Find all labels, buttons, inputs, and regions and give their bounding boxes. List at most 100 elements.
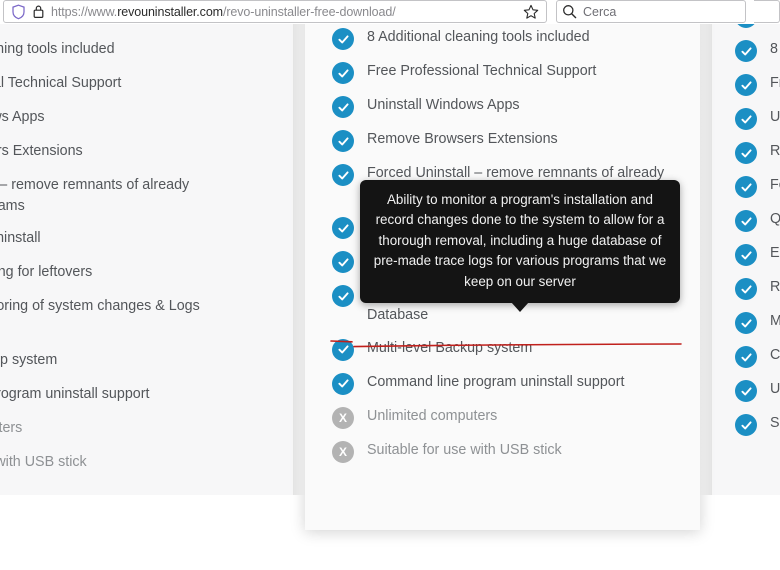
check-icon <box>735 108 757 130</box>
feature-row[interactable]: X Unlimited computers <box>332 406 682 429</box>
check-icon <box>332 217 354 240</box>
check-icon <box>332 96 354 118</box>
feature-row[interactable]: Unlimited computers <box>735 379 780 402</box>
feature-row[interactable]: Command line program uninstall support <box>0 384 277 407</box>
check-icon <box>332 164 354 186</box>
feature-row[interactable]: Extended scanning for leftovers <box>735 243 780 266</box>
feature-label: Remove Browsers Extensions <box>0 143 83 159</box>
feature-label: Command line program uninstall support <box>0 385 150 402</box>
feature-row[interactable]: Remove Browsers Extensions <box>735 141 780 164</box>
feature-row[interactable]: Suitable for use with USB stick <box>735 413 780 436</box>
tooltip-arrow <box>511 301 529 312</box>
check-icon <box>332 28 354 50</box>
feature-label: Uninstall Windows Apps <box>770 109 780 125</box>
feature-list-left: Uninstall 8 Additional cleaning tools inc… <box>0 24 277 486</box>
check-icon <box>735 40 757 62</box>
feature-list-right: Uninstall 8 Additional cleaning tools inc… <box>735 24 780 447</box>
feature-label: Quick/Multiple Uninstall <box>770 211 780 227</box>
browser-chrome: https://www.revouninstaller.com/revo-uni… <box>0 0 780 24</box>
page-viewport: Uninstall 8 Additional cleaning tools inc… <box>0 24 780 570</box>
feature-row[interactable]: Free Professional Technical Support <box>332 61 682 84</box>
feature-row[interactable]: Multi-level Backup system <box>332 338 682 361</box>
check-icon <box>735 380 757 402</box>
feature-row[interactable]: Uninstall Windows Apps <box>0 107 277 130</box>
feature-row[interactable]: Extended scanning for leftovers <box>0 262 277 285</box>
tracking-protection-shield-icon[interactable] <box>8 2 28 22</box>
feature-label: Remove Browsers Extensions <box>770 143 780 159</box>
feature-label: Free Professional Technical Support <box>367 63 597 79</box>
toolbar-right-stub <box>754 0 780 23</box>
feature-label: Real-Time monitoring of system changes &… <box>770 279 780 295</box>
feature-row[interactable]: XUnlimited computers <box>0 418 277 441</box>
feature-row[interactable]: Real-Time monitoring of system changes &… <box>0 296 277 338</box>
feature-label: Extended scanning for leftovers <box>0 264 93 281</box>
feature-label: Free Professional Technical Support <box>0 75 122 91</box>
feature-row[interactable]: Uninstall <box>0 24 277 28</box>
address-bar[interactable]: https://www.revouninstaller.com/revo-uni… <box>3 0 547 23</box>
feature-row[interactable]: 8 Additional cleaning tools included <box>735 39 780 62</box>
feature-label: Free Professional Technical Support <box>770 75 780 91</box>
feature-row[interactable]: XSuitable for use with USB stick <box>0 452 277 475</box>
feature-label: Uninstall Windows Apps <box>367 97 520 113</box>
check-icon <box>332 372 354 395</box>
feature-label: Unlimited computers <box>770 381 780 397</box>
feature-row[interactable]: Forced Uninstall – remove remnants of al… <box>735 175 780 198</box>
feature-row[interactable]: Quick/Multiple Uninstall <box>735 209 780 232</box>
feature-row[interactable]: Command line program uninstall support <box>735 345 780 368</box>
feature-label: Uninstall <box>770 24 780 26</box>
tooltip-text: Ability to monitor a program's installat… <box>373 192 667 289</box>
feature-row[interactable]: Multi-level Backup system <box>0 350 277 373</box>
feature-label: 8 Additional cleaning tools included <box>770 41 780 57</box>
feature-label: 8 Additional cleaning tools included <box>0 41 115 57</box>
feature-label: Unlimited computers <box>0 419 23 436</box>
check-icon <box>332 62 354 84</box>
check-icon <box>735 210 757 232</box>
feature-row[interactable]: Remove Browsers Extensions <box>332 129 682 152</box>
browser-search-box[interactable]: Cerca <box>556 0 746 23</box>
check-icon <box>735 346 757 368</box>
feature-row[interactable]: Multi-level Backup system <box>735 311 780 334</box>
feature-label: Multi-level Backup system <box>0 351 58 368</box>
feature-row[interactable]: XSuitable for use with USB stick <box>332 440 682 463</box>
check-icon <box>735 176 757 198</box>
feature-row[interactable]: Quick/Multiple Uninstall <box>0 228 277 251</box>
feature-row[interactable]: 8 Additional cleaning tools included <box>0 39 277 62</box>
feature-label: Command line program uninstall support <box>770 347 780 363</box>
feature-label: 8 Additional cleaning tools included <box>367 29 590 45</box>
check-icon <box>332 285 354 308</box>
left-pricing-column: Uninstall 8 Additional cleaning tools inc… <box>0 24 293 495</box>
feature-row[interactable]: Remove Browsers Extensions <box>0 141 277 164</box>
feature-label: Multi-level Backup system <box>770 313 780 329</box>
check-icon <box>332 338 354 361</box>
feature-label: Suitable for use with USB stick <box>770 415 780 431</box>
feature-label: Suitable for use with USB stick <box>0 453 87 470</box>
feature-label: Forced Uninstall – remove remnants of al… <box>0 177 190 215</box>
feature-row[interactable]: Free Professional Technical Support <box>735 73 780 96</box>
feature-row[interactable]: Uninstall Windows Apps <box>735 107 780 130</box>
feature-row[interactable]: Command line program uninstall support <box>332 372 682 395</box>
check-icon <box>735 24 757 28</box>
check-icon <box>735 142 757 164</box>
check-icon <box>332 251 354 274</box>
feature-row[interactable]: Uninstall <box>735 24 780 28</box>
feature-label: Suitable for use with USB stick <box>367 441 562 458</box>
feature-label: Extended scanning for leftovers <box>770 245 780 261</box>
feature-label: Multi-level Backup system <box>367 339 533 356</box>
feature-row[interactable]: Uninstall Windows Apps <box>332 95 682 118</box>
feature-row[interactable]: 8 Additional cleaning tools included <box>332 27 682 50</box>
feature-label: Unlimited computers <box>367 407 498 424</box>
url-text[interactable]: https://www.revouninstaller.com/revo-uni… <box>51 5 520 19</box>
feature-row[interactable]: Free Professional Technical Support <box>0 73 277 96</box>
check-icon <box>735 312 757 334</box>
column-shadow-right <box>700 24 712 495</box>
feature-row[interactable]: Forced Uninstall – remove remnants of al… <box>0 175 277 217</box>
search-input-placeholder[interactable]: Cerca <box>583 5 616 19</box>
bookmark-star-icon[interactable] <box>520 1 542 23</box>
x-icon: X <box>332 406 354 429</box>
right-pricing-column: Uninstall 8 Additional cleaning tools inc… <box>712 24 780 495</box>
check-icon <box>735 244 757 266</box>
column-shadow-left <box>293 24 305 495</box>
feature-row[interactable]: Real-Time monitoring of system changes &… <box>735 277 780 300</box>
padlock-icon <box>28 2 48 22</box>
search-icon <box>562 4 578 20</box>
